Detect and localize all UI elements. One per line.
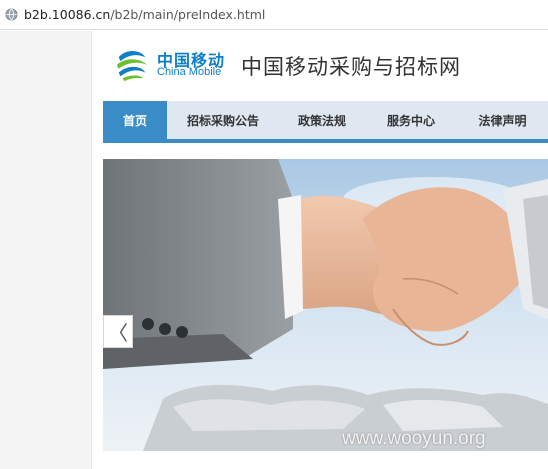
carousel-prev-button[interactable]: 〈 [103, 315, 133, 348]
url-text[interactable]: b2b.10086.cn/b2b/main/preIndex.html [24, 7, 265, 22]
site-title: 中国移动采购与招标网 [241, 55, 461, 79]
globe-icon [5, 8, 18, 21]
logo-english-text: China Mobile [157, 66, 222, 78]
url-host: b2b.10086.cn [24, 7, 111, 22]
left-gutter [0, 31, 92, 469]
main-nav: 首页 招标采购公告 政策法规 服务中心 法律声明 [103, 101, 548, 143]
handshake-banner-image [103, 159, 548, 451]
url-path: /b2b/main/preIndex.html [110, 7, 266, 22]
nav-item-tender-notices[interactable]: 招标采购公告 [167, 101, 279, 139]
address-bar[interactable]: b2b.10086.cn/b2b/main/preIndex.html [0, 0, 548, 30]
watermark-text: www.wooyun.org [342, 428, 486, 449]
nav-item-policies[interactable]: 政策法规 [279, 101, 365, 139]
nav-item-home[interactable]: 首页 [103, 101, 167, 139]
nav-item-legal-notice[interactable]: 法律声明 [457, 101, 548, 139]
nav-item-service-center[interactable]: 服务中心 [365, 101, 457, 139]
banner-carousel[interactable] [103, 159, 548, 451]
china-mobile-logo-icon[interactable] [113, 46, 151, 84]
